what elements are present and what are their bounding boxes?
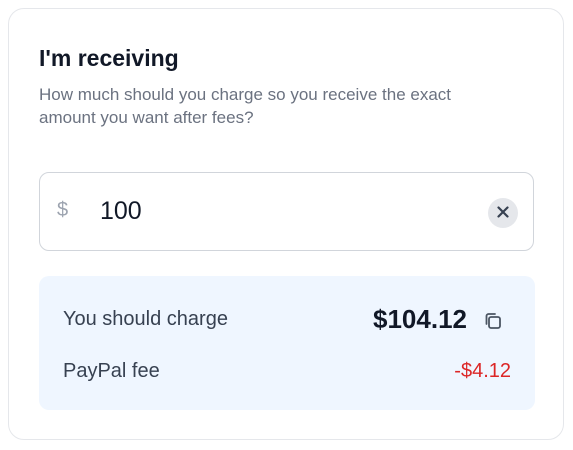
fee-value: -$4.12 [454, 360, 511, 382]
card-title: I'm receiving [39, 45, 179, 71]
amount-field[interactable]: $ [39, 172, 534, 251]
fee-label: PayPal fee [63, 360, 160, 382]
currency-symbol: $ [57, 199, 69, 221]
close-icon [496, 205, 510, 222]
copy-button[interactable] [482, 310, 504, 332]
result-panel: You should charge $104.12 PayPal fee -$4… [39, 276, 535, 410]
copy-icon [482, 313, 504, 335]
clear-button[interactable] [488, 198, 518, 228]
charge-value: $104.12 [373, 304, 467, 334]
amount-input[interactable] [100, 191, 460, 231]
fee-calculator-card: I'm receiving How much should you charge… [8, 8, 564, 440]
card-subtitle: How much should you charge so you receiv… [39, 85, 452, 127]
charge-label: You should charge [63, 308, 228, 330]
